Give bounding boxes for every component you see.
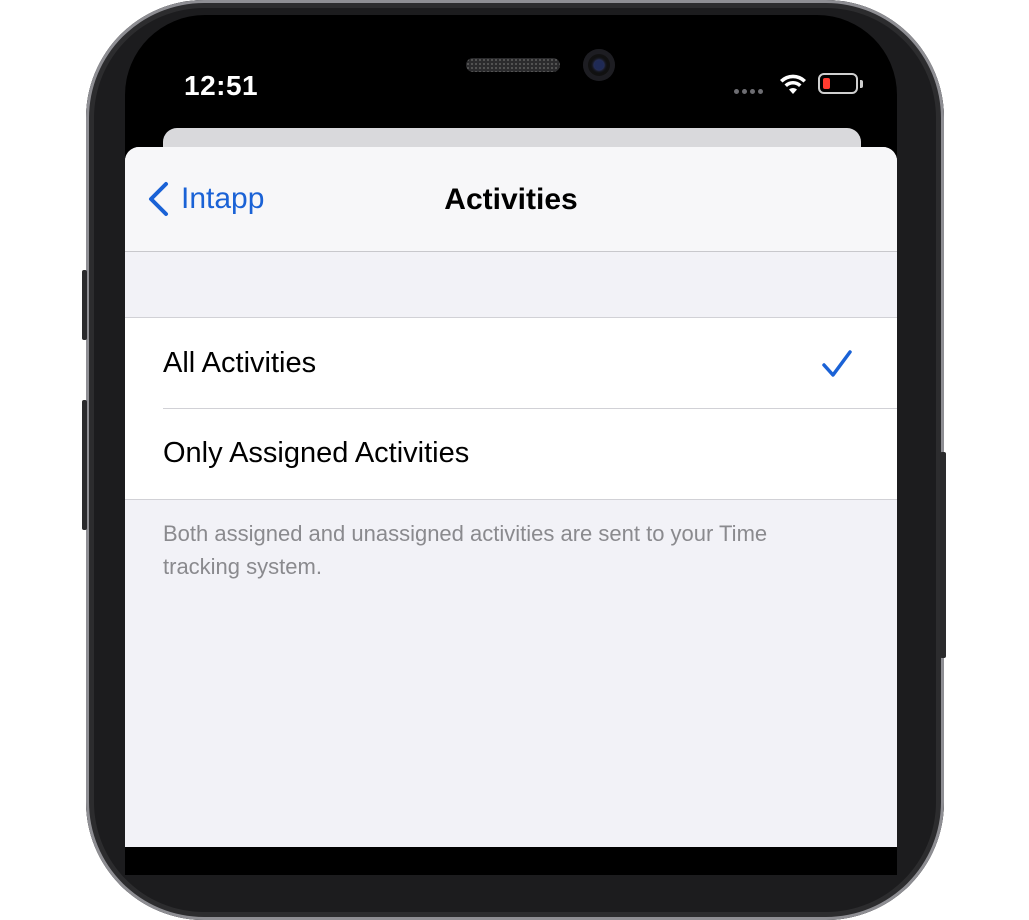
battery-level [823, 78, 830, 89]
checkmark-icon [822, 350, 852, 377]
option-label: Only Assigned Activities [163, 437, 470, 469]
battery-tip [860, 80, 863, 88]
earpiece-speaker [466, 58, 560, 72]
settings-sheet: Intapp Activities All Activities Only As… [125, 147, 897, 847]
volume-button [82, 270, 87, 340]
option-all-activities[interactable]: All Activities [125, 318, 897, 409]
option-only-assigned-activities[interactable]: Only Assigned Activities [125, 408, 897, 499]
side-button [940, 452, 946, 658]
page-title: Activities [444, 183, 578, 216]
navigation-bar: Intapp Activities [125, 147, 897, 252]
section-footer-note: Both assigned and unassigned activities … [163, 521, 768, 579]
cellular-signal-icon [734, 89, 763, 94]
volume-button [82, 400, 87, 530]
front-camera [583, 49, 615, 81]
wifi-icon [778, 73, 808, 100]
status-time: 12:51 [184, 70, 259, 101]
battery-low-icon [818, 73, 858, 94]
option-label: All Activities [163, 346, 317, 379]
options-list: All Activities Only Assigned Activities [125, 317, 897, 500]
